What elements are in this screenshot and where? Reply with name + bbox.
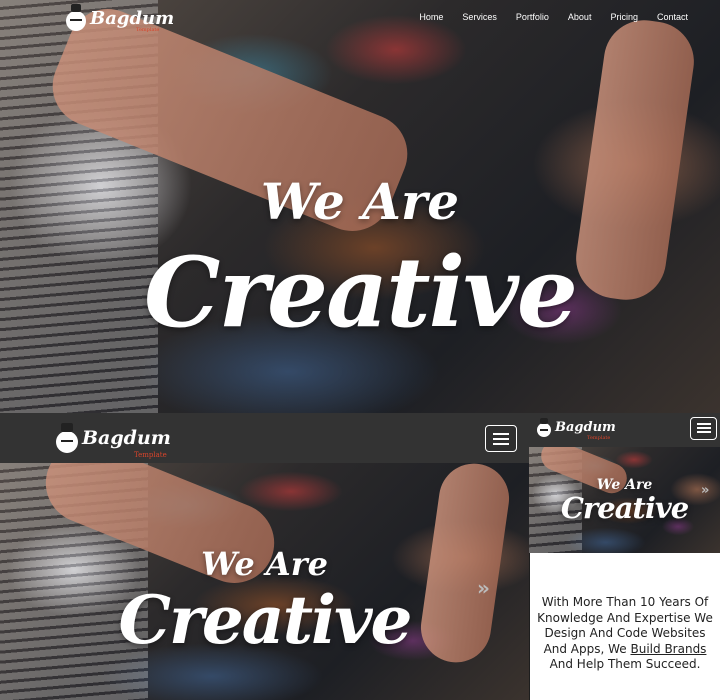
clown-face-icon	[537, 418, 551, 437]
nav-pricing[interactable]: Pricing	[610, 12, 638, 22]
brand-logo-mobile[interactable]: Bagdum Template	[537, 417, 616, 441]
hero-title-line2: Creative	[560, 491, 689, 525]
hero-mobile: We Are Creative »	[529, 447, 720, 553]
nav-services[interactable]: Services	[462, 12, 497, 22]
chevron-right-icon[interactable]: »	[701, 483, 709, 498]
hero-title-line2: Creative	[144, 236, 578, 349]
brand-logo[interactable]: Bagdum Template	[66, 4, 175, 33]
build-brands-link[interactable]: Build Brands	[631, 642, 707, 656]
hero-title-line1: We Are	[201, 545, 328, 583]
about-section: With More Than 10 Years Of Knowledge And…	[530, 553, 720, 700]
about-text: With More Than 10 Years Of Knowledge And…	[537, 595, 713, 671]
nav-about[interactable]: About	[568, 12, 592, 22]
nav-contact[interactable]: Contact	[657, 12, 688, 22]
brand-tagline: Template	[587, 435, 611, 441]
nav-portfolio[interactable]: Portfolio	[516, 12, 549, 22]
brand-name: Bagdum	[82, 427, 171, 449]
chevron-right-icon[interactable]: »	[477, 576, 490, 600]
brand-name: Bagdum	[555, 419, 616, 435]
brand-tagline: Template	[134, 451, 167, 459]
hero-desktop: Bagdum Template Home Services Portfolio …	[0, 0, 720, 413]
hero-title-line1: We Are	[260, 172, 460, 231]
brand-name: Bagdum	[90, 7, 175, 29]
hamburger-menu-icon[interactable]	[485, 425, 517, 452]
hamburger-menu-icon[interactable]	[690, 417, 717, 440]
brand-tagline: Template	[136, 27, 160, 33]
brand-logo-tablet[interactable]: Bagdum Template	[56, 423, 171, 459]
hero-title-line2: Creative	[118, 581, 413, 659]
nav-home[interactable]: Home	[419, 12, 443, 22]
tablet-navbar: Bagdum Template	[0, 413, 529, 463]
main-nav: Home Services Portfolio About Pricing Co…	[419, 0, 720, 22]
clown-face-icon	[66, 4, 86, 31]
hero-tablet: We Are Creative »	[0, 463, 529, 700]
clown-face-icon	[56, 423, 78, 453]
mobile-navbar: Bagdum Template	[529, 413, 720, 447]
